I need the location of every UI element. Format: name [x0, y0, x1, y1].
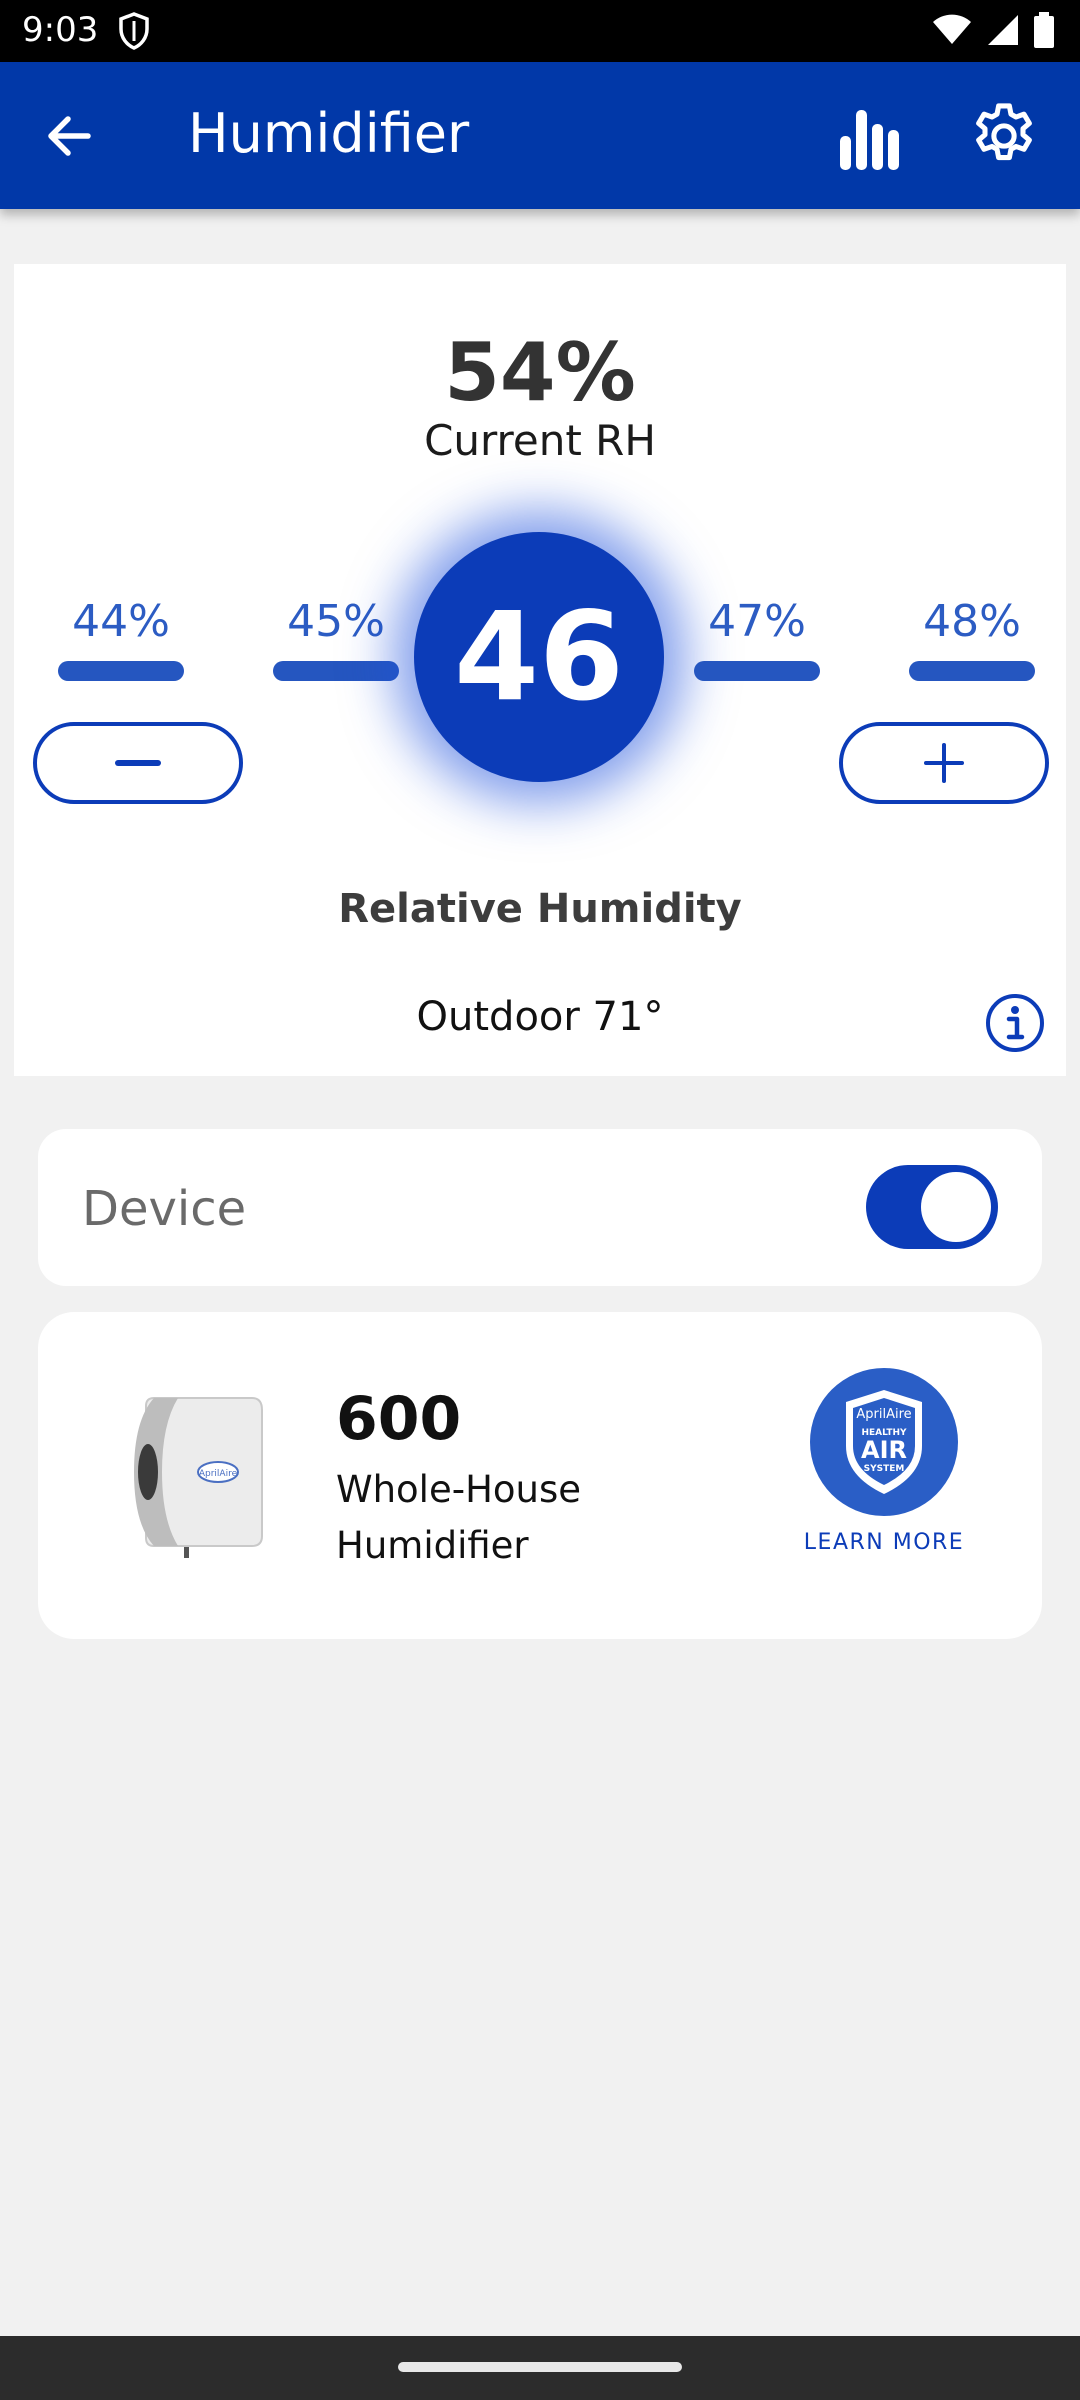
badge-system: SYSTEM	[864, 1464, 905, 1474]
badge-air: AIR	[861, 1436, 907, 1464]
increase-button[interactable]	[839, 722, 1049, 804]
humidity-level-48[interactable]: 48%	[907, 596, 1037, 681]
device-label: Device	[82, 1181, 247, 1237]
app-bar: Humidifier	[0, 62, 1080, 209]
toggle-knob	[921, 1172, 991, 1242]
humidity-level-label: 47%	[708, 596, 806, 647]
humidity-level-label: 44%	[72, 596, 170, 647]
signal-icon	[986, 13, 1020, 52]
relative-humidity-label: Relative Humidity	[338, 886, 742, 932]
navigation-bar	[0, 2336, 1080, 2400]
humidity-level-47[interactable]: 47%	[692, 596, 822, 681]
outdoor-temperature: Outdoor 71°	[416, 994, 664, 1040]
bar-chart-icon[interactable]	[838, 100, 902, 172]
device-toggle[interactable]	[866, 1165, 998, 1249]
model-number: 600	[336, 1384, 462, 1454]
current-rh-label: Current RH	[424, 416, 656, 465]
humidity-level-bar	[694, 661, 820, 681]
shield-icon	[118, 12, 150, 55]
healthy-air-badge[interactable]: AprilAire HEALTHY AIR SYSTEM	[810, 1368, 958, 1516]
home-gesture-handle[interactable]	[398, 2362, 682, 2372]
page-title: Humidifier	[188, 102, 470, 165]
setpoint-value: 46	[454, 586, 624, 728]
battery-icon	[1034, 12, 1054, 53]
humidity-level-bar	[909, 661, 1035, 681]
minus-icon	[115, 760, 161, 766]
humidity-level-44[interactable]: 44%	[56, 596, 186, 681]
product-card[interactable]: AprilAire 600 Whole-House Humidifier Apr…	[38, 1312, 1042, 1639]
humidity-level-label: 45%	[287, 596, 385, 647]
humidity-level-45[interactable]: 45%	[271, 596, 401, 681]
back-arrow-icon[interactable]	[40, 106, 100, 166]
current-rh-value: 54%	[444, 326, 636, 419]
device-card: Device	[38, 1129, 1042, 1286]
plus-icon	[924, 743, 964, 783]
setpoint-dial: 46	[414, 532, 664, 782]
wifi-icon	[932, 14, 972, 51]
humidity-card: 54% Current RH 44% 45% 46 47% 48% Relati…	[14, 264, 1066, 1076]
status-bar: 9:03	[0, 0, 1080, 62]
learn-more-link[interactable]: LEARN MORE	[778, 1530, 990, 1555]
humidity-level-bar	[58, 661, 184, 681]
model-name: Whole-House Humidifier	[336, 1468, 582, 1567]
info-icon[interactable]	[984, 992, 1046, 1054]
decrease-button[interactable]	[33, 722, 243, 804]
badge-brand: AprilAire	[856, 1407, 911, 1422]
humidifier-image: AprilAire	[126, 1390, 266, 1560]
gear-icon[interactable]	[966, 98, 1042, 174]
image-brand-text: AprilAire	[199, 1469, 238, 1479]
status-time: 9:03	[22, 10, 99, 50]
humidity-level-bar	[273, 661, 399, 681]
humidity-level-label: 48%	[923, 596, 1021, 647]
